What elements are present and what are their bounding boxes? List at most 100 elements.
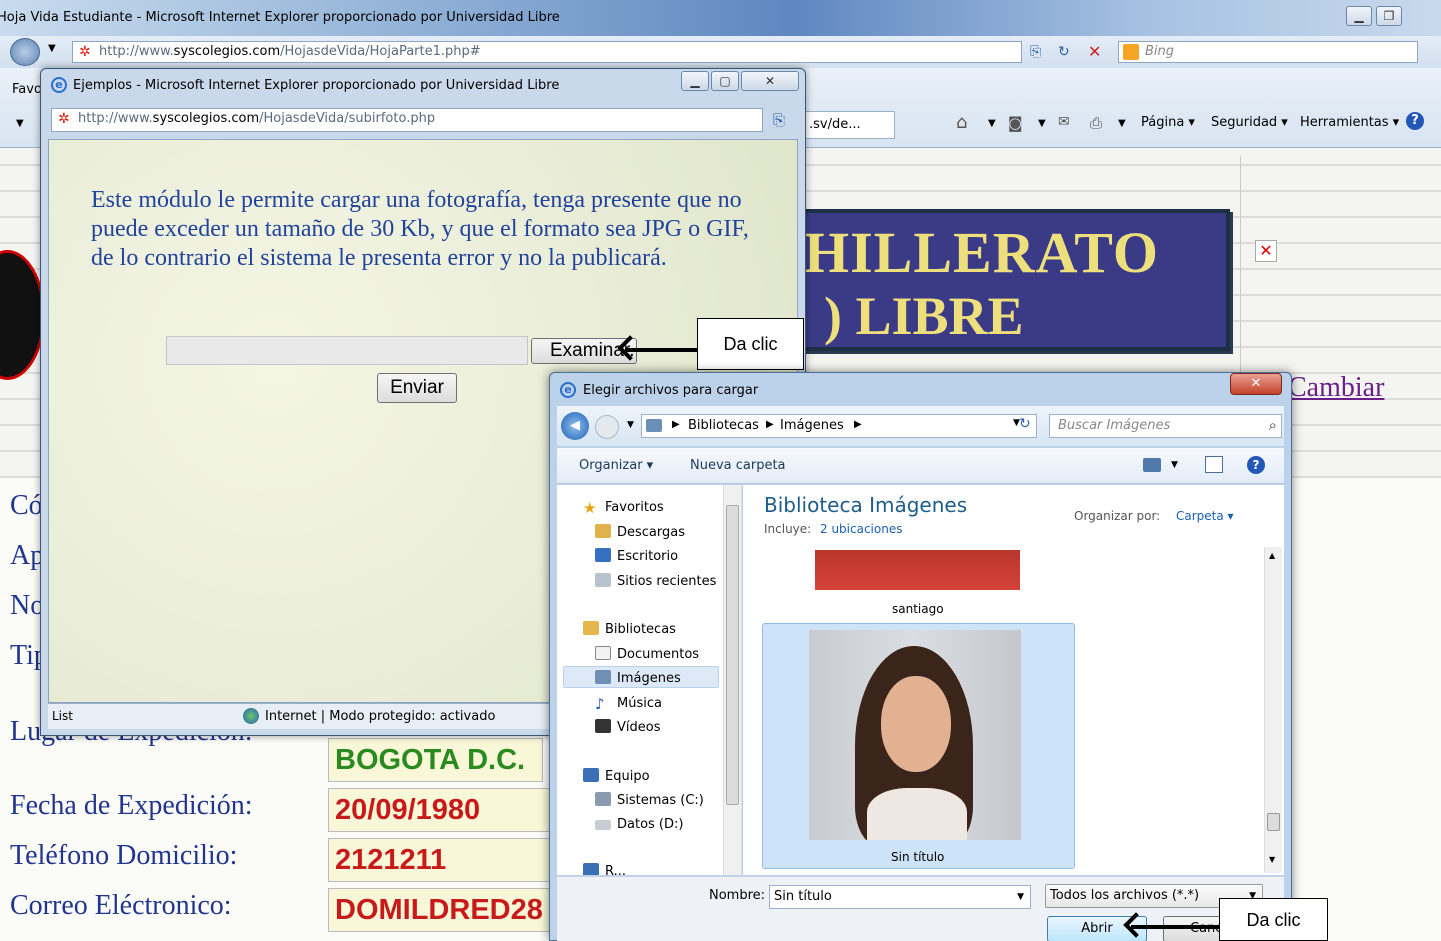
drive-c-icon (595, 792, 611, 806)
popup-maximize-button[interactable]: ▢ (711, 71, 739, 91)
dialog-sidebar: ★ Favoritos Descargas Escritorio Sitios r… (557, 485, 742, 875)
nav-bibliotecas[interactable]: Bibliotecas (583, 621, 676, 637)
recent-places-icon (595, 573, 611, 587)
view-dropdown-icon[interactable]: ▼ (1171, 460, 1178, 470)
nav-dropdown-icon[interactable]: ▼ (48, 43, 56, 54)
cambiar-link[interactable]: Cambiar (1288, 372, 1384, 404)
nav-sistemas[interactable]: Sistemas (C:) (595, 792, 704, 808)
music-icon: ♪ (595, 695, 605, 713)
menu-pagina[interactable]: Página ▾ (1141, 115, 1195, 130)
nav-videos[interactable]: Vídeos (595, 719, 660, 735)
back-icon[interactable] (10, 38, 40, 66)
main-url-field[interactable]: ✲ http://www.syscolegios.com/HojasdeVida… (72, 41, 1022, 63)
bing-icon (1123, 44, 1139, 60)
popup-minimize-button[interactable]: ▁ (681, 71, 709, 91)
popup-compat-icon[interactable]: ⎘ (773, 111, 785, 129)
favorites-label[interactable]: Favo (12, 82, 42, 97)
scroll-up-icon[interactable]: ▲ (1269, 551, 1275, 560)
file-path-input[interactable] (166, 336, 528, 365)
minimize-button[interactable]: ▁ (1346, 6, 1372, 26)
file-scroll-thumb[interactable] (1267, 813, 1280, 831)
filename-input[interactable]: Sin título ▼ (769, 885, 1031, 909)
nav-musica-label: Música (617, 696, 662, 711)
dialog-breadcrumb[interactable]: ▶ Bibliotecas ▶ Imágenes ▶ ▼ (641, 414, 1085, 438)
menu-herramientas[interactable]: Herramientas ▾ (1300, 115, 1399, 130)
view-options-icon[interactable] (1143, 458, 1161, 472)
nav-favorites-label: Favoritos (605, 500, 664, 515)
library-title: Biblioteca Imágenes (764, 493, 968, 517)
favbar-dropdown-icon[interactable]: ▼ (16, 118, 24, 129)
sidebar-scroll-thumb[interactable] (726, 505, 739, 805)
desktop-icon (595, 548, 611, 562)
nav-descargas[interactable]: Descargas (595, 524, 685, 540)
dialog-history-icon[interactable]: ▼ (627, 420, 634, 430)
home-icon[interactable]: ⌂ (956, 112, 967, 133)
compat-icon[interactable]: ⎘ (1030, 44, 1041, 60)
nav-favorites[interactable]: ★ Favoritos (583, 499, 664, 517)
breadcrumb-bibliotecas[interactable]: Bibliotecas (688, 418, 759, 433)
url-path: /HojasdeVida/HojaParte1.php# (280, 44, 481, 59)
file-area-scrollbar[interactable]: ▲ ▼ (1264, 547, 1282, 873)
menu-seguridad[interactable]: Seguridad ▾ (1211, 115, 1288, 130)
preview-pane-icon[interactable] (1205, 456, 1223, 473)
dialog-bottom-panel: Nombre: Sin título ▼ Todos los archivos … (557, 876, 1284, 941)
dialog-forward-icon[interactable] (595, 415, 619, 439)
file-name-santiago[interactable]: santiago (892, 602, 944, 616)
star-icon: ★ (583, 499, 597, 517)
nav-documentos[interactable]: Documentos (595, 646, 699, 662)
feeds-icon[interactable]: ◙ (1008, 114, 1023, 132)
search-field[interactable]: Bing (1118, 41, 1418, 63)
feeds-dropdown-icon[interactable]: ▼ (1038, 118, 1046, 129)
nav-equipo[interactable]: Equipo (583, 768, 650, 784)
breadcrumb-imagenes[interactable]: Imágenes (780, 418, 844, 433)
value-fecha[interactable]: 20/09/1980 (328, 788, 550, 832)
dialog-refresh-icon[interactable]: ↻ (1019, 416, 1031, 432)
arrange-dropdown[interactable]: Carpeta ▾ (1176, 509, 1234, 523)
includes-link[interactable]: 2 ubicaciones (820, 522, 902, 536)
nav-network-partial[interactable]: R... (583, 863, 626, 875)
computer-icon (583, 768, 599, 782)
tab-partial-label: .sv/de... (809, 117, 861, 132)
home-dropdown-icon[interactable]: ▼ (988, 118, 996, 129)
nav-recientes[interactable]: Sitios recientes (595, 573, 716, 589)
nav-imagenes[interactable]: Imágenes (595, 670, 681, 686)
value-correo[interactable]: DOMILDRED28 (328, 888, 550, 932)
filename-value: Sin título (774, 889, 832, 904)
main-title-bar: Hoja Vida Estudiante - Microsoft Interne… (0, 0, 1441, 36)
dialog-close-button[interactable]: ✕ (1230, 373, 1282, 395)
help-icon[interactable]: ? (1406, 112, 1424, 130)
submit-button[interactable]: Enviar (377, 373, 457, 403)
stop-icon[interactable]: ✕ (1088, 42, 1101, 61)
popup-url-field[interactable]: ✲ http://www.syscolegios.com/HojasdeVida… (51, 108, 763, 132)
sidebar-scrollbar[interactable] (723, 485, 741, 875)
dialog-help-icon[interactable]: ? (1247, 456, 1265, 474)
organize-button[interactable]: Organizar ▾ (579, 458, 653, 473)
mail-icon[interactable]: ✉ (1058, 114, 1070, 130)
new-folder-button[interactable]: Nueva carpeta (690, 458, 786, 473)
santiago-thumbnail[interactable] (815, 550, 1020, 590)
main-address-bar: ▼ ✲ http://www.syscolegios.com/HojasdeVi… (0, 36, 1441, 68)
nav-escritorio[interactable]: Escritorio (595, 548, 678, 564)
sin-titulo-thumbnail[interactable] (809, 630, 1021, 840)
print-dropdown-icon[interactable]: ▼ (1118, 118, 1126, 129)
filename-dropdown-icon[interactable]: ▼ (1017, 892, 1024, 902)
scroll-down-icon[interactable]: ▼ (1269, 855, 1275, 864)
popup-close-button[interactable]: ✕ (741, 71, 799, 91)
nav-musica[interactable]: ♪ Música (595, 695, 662, 713)
nav-datos[interactable]: Datos (D:) (595, 817, 683, 832)
documents-icon (595, 646, 611, 660)
refresh-icon[interactable]: ↻ (1058, 44, 1070, 60)
face-shape (881, 676, 951, 772)
tab-partial[interactable]: .sv/de... (805, 111, 895, 139)
dialog-search-input[interactable]: Buscar Imágenes ⌕ (1049, 414, 1282, 438)
value-telefono[interactable]: 2121211 (328, 838, 550, 882)
dialog-title: Elegir archivos para cargar (583, 383, 759, 398)
arrow-to-browse-icon (625, 348, 700, 352)
nav-imagenes-label: Imágenes (617, 671, 681, 686)
file-name-sin-titulo[interactable]: Sin título (891, 850, 944, 864)
dialog-file-area: Biblioteca Imágenes Incluye: 2 ubicacion… (743, 485, 1284, 875)
value-lugar[interactable]: BOGOTA D.C. (328, 738, 543, 782)
print-icon[interactable]: ⎙ (1090, 114, 1102, 132)
dialog-back-icon[interactable]: ◀ (561, 412, 589, 440)
maximize-button[interactable]: ❐ (1376, 6, 1402, 26)
